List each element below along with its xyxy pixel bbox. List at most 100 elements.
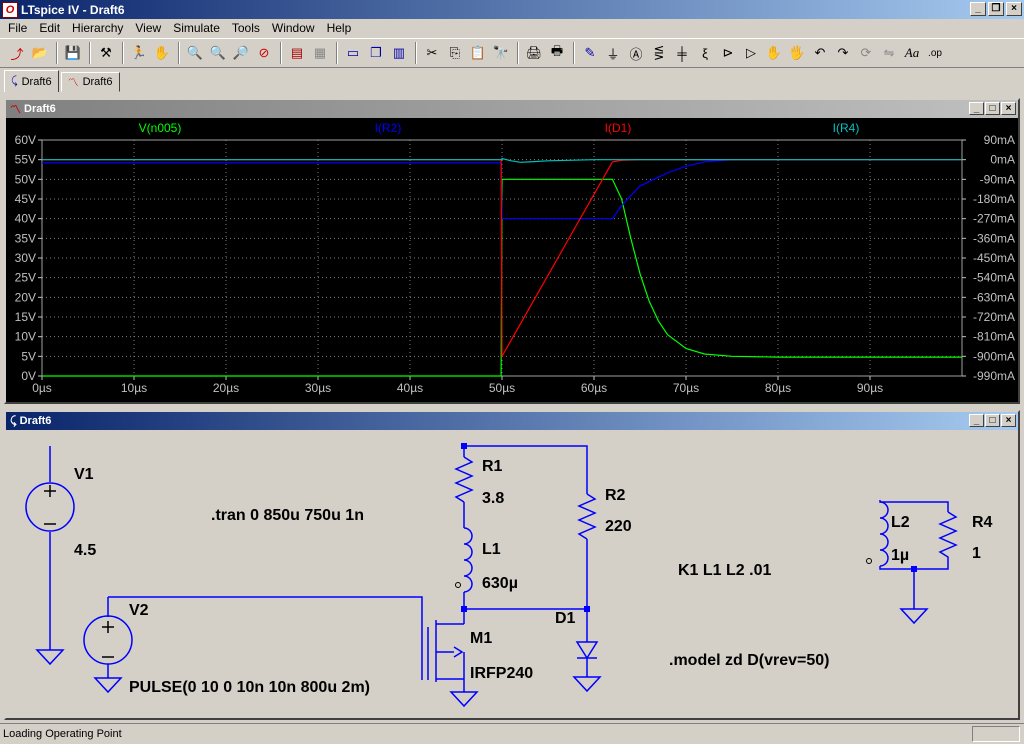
tab-waveform[interactable]: 〽 Draft6 bbox=[60, 72, 120, 92]
menu-hierarchy[interactable]: Hierarchy bbox=[66, 21, 129, 35]
schematic-close-button[interactable]: × bbox=[1001, 414, 1016, 427]
r4-name[interactable]: R4 bbox=[972, 514, 993, 531]
redo-icon[interactable]: ↷ bbox=[832, 42, 854, 64]
schematic-window-title: Draft6 bbox=[19, 415, 52, 427]
new-schematic-icon[interactable]: ⤴ bbox=[6, 42, 28, 64]
r1-value[interactable]: 3.8 bbox=[482, 490, 504, 507]
menu-bar: File Edit Hierarchy View Simulate Tools … bbox=[0, 19, 1024, 37]
grid-icon[interactable]: ▦ bbox=[309, 42, 331, 64]
right-tick-label: 90mA bbox=[984, 133, 1015, 147]
coupling-directive[interactable]: K1 L1 L2 .01 bbox=[678, 562, 771, 579]
m1-value[interactable]: IRFP240 bbox=[470, 665, 533, 682]
l1-name[interactable]: L1 bbox=[482, 541, 501, 558]
schematic-canvas[interactable]: V1 4.5 V2 PULSE(0 10 0 10n 10n 800u 2m) … bbox=[6, 430, 1018, 718]
status-text: Loading Operating Point bbox=[3, 728, 122, 740]
schematic-window: ⤹ Draft6 _ □ × V1 4.5 V2 PULSE(0 10 0 10… bbox=[4, 410, 1020, 720]
print-setup-icon[interactable]: 🖨 bbox=[523, 42, 545, 64]
v2-name[interactable]: V2 bbox=[129, 602, 149, 619]
component-icon[interactable]: ▷ bbox=[740, 42, 762, 64]
halt-icon[interactable]: ✋ bbox=[151, 42, 173, 64]
tile-vertical-icon[interactable]: ▥ bbox=[388, 42, 410, 64]
tran-directive[interactable]: .tran 0 850u 750u 1n bbox=[211, 507, 364, 524]
run-icon[interactable]: 🏃 bbox=[128, 42, 150, 64]
waveform-window: 〽 Draft6 _ □ × 60V 55V 50V 45V 40V 35V 30V 25V 2… bbox=[4, 98, 1020, 404]
menu-file[interactable]: File bbox=[2, 21, 33, 35]
x-tick-label: 70µs bbox=[673, 381, 699, 395]
resistor-icon[interactable]: ⋚ bbox=[648, 42, 670, 64]
v2-value[interactable]: PULSE(0 10 0 10n 10n 800u 2m) bbox=[129, 679, 370, 696]
minimize-button[interactable]: _ bbox=[970, 2, 986, 16]
control-panel-icon[interactable]: ⚒ bbox=[95, 42, 117, 64]
spice-directive-icon[interactable]: .op bbox=[924, 42, 946, 64]
ground-icon[interactable]: ⏚ bbox=[602, 42, 624, 64]
cut-icon[interactable]: ✂ bbox=[421, 42, 443, 64]
left-tick-label: 55V bbox=[15, 153, 36, 167]
l2-name[interactable]: L2 bbox=[891, 514, 910, 531]
save-icon[interactable]: 💾 bbox=[62, 42, 84, 64]
r2-name[interactable]: R2 bbox=[605, 487, 626, 504]
capacitor-icon[interactable]: ╪ bbox=[671, 42, 693, 64]
waveform-maximize-button[interactable]: □ bbox=[985, 102, 1000, 115]
schematic-minimize-button[interactable]: _ bbox=[969, 414, 984, 427]
right-tick-label: -720mA bbox=[973, 310, 1015, 324]
m1-name[interactable]: M1 bbox=[470, 630, 492, 647]
r2-value[interactable]: 220 bbox=[605, 518, 632, 535]
left-tick-label: 35V bbox=[15, 231, 36, 245]
copy-icon[interactable]: ⎘ bbox=[444, 42, 466, 64]
menu-edit[interactable]: Edit bbox=[33, 21, 66, 35]
restore-button[interactable]: ❐ bbox=[988, 2, 1004, 16]
rotate-icon[interactable]: ⟳ bbox=[855, 42, 877, 64]
paste-icon[interactable]: 📋 bbox=[467, 42, 489, 64]
tile-horizontal-icon[interactable]: ▭ bbox=[342, 42, 364, 64]
r4-value[interactable]: 1 bbox=[972, 545, 981, 562]
close-button[interactable]: × bbox=[1006, 2, 1022, 16]
cascade-icon[interactable]: ❐ bbox=[365, 42, 387, 64]
left-tick-label: 10V bbox=[15, 330, 36, 344]
x-tick-label: 20µs bbox=[213, 381, 239, 395]
r1-name[interactable]: R1 bbox=[482, 458, 503, 475]
open-icon[interactable]: 📂 bbox=[29, 42, 51, 64]
zoom-in-icon[interactable]: 🔍 bbox=[184, 42, 206, 64]
status-bar: Loading Operating Point bbox=[0, 723, 1024, 744]
v1-value[interactable]: 4.5 bbox=[74, 542, 96, 559]
schematic-maximize-button[interactable]: □ bbox=[985, 414, 1000, 427]
inductor-icon[interactable]: ξ bbox=[694, 42, 716, 64]
menu-simulate[interactable]: Simulate bbox=[167, 21, 226, 35]
text-icon[interactable]: Aa bbox=[901, 42, 923, 64]
model-directive[interactable]: .model zd D(vrev=50) bbox=[669, 652, 830, 669]
drag-icon[interactable]: 🖐 bbox=[786, 42, 808, 64]
left-tick-label: 60V bbox=[15, 133, 36, 147]
menu-tools[interactable]: Tools bbox=[226, 21, 266, 35]
l1-value[interactable]: 630µ bbox=[482, 575, 518, 592]
v1-name[interactable]: V1 bbox=[74, 466, 94, 483]
schematic-window-titlebar[interactable]: ⤹ Draft6 bbox=[6, 412, 1018, 430]
zoom-pan-icon[interactable]: 🔍 bbox=[207, 42, 229, 64]
waveform-minimize-button[interactable]: _ bbox=[969, 102, 984, 115]
toolbar: ⤴ 📂 💾 ⚒ 🏃 ✋ 🔍 🔍 🔎 ⊘ ▤ ▦ ▭ ❐ ▥ ✂ ⎘ 📋 🔭 🖨 … bbox=[0, 38, 1024, 68]
mirror-icon[interactable]: ⇋ bbox=[878, 42, 900, 64]
move-icon[interactable]: ✋ bbox=[763, 42, 785, 64]
tab-schematic[interactable]: ⤹ Draft6 bbox=[4, 70, 59, 92]
label-icon[interactable]: Ⓐ bbox=[625, 42, 647, 64]
wire-icon[interactable]: ✎ bbox=[579, 42, 601, 64]
waveform-icon: 〽 bbox=[67, 77, 79, 89]
zoom-cancel-icon[interactable]: ⊘ bbox=[253, 42, 275, 64]
waveform-close-button[interactable]: × bbox=[1001, 102, 1016, 115]
diode-icon[interactable]: ⊳ bbox=[717, 42, 739, 64]
menu-view[interactable]: View bbox=[129, 21, 167, 35]
autorange-icon[interactable]: ▤ bbox=[286, 42, 308, 64]
l2-value[interactable]: 1µ bbox=[891, 547, 909, 564]
x-tick-label: 60µs bbox=[581, 381, 607, 395]
zoom-out-icon[interactable]: 🔎 bbox=[230, 42, 252, 64]
left-tick-label: 5V bbox=[21, 349, 36, 363]
print-icon[interactable]: 🖶 bbox=[546, 42, 568, 64]
schematic-icon: ⤹ bbox=[10, 414, 17, 427]
right-tick-label: -450mA bbox=[973, 251, 1015, 265]
d1-name[interactable]: D1 bbox=[555, 610, 576, 627]
menu-window[interactable]: Window bbox=[266, 21, 321, 35]
undo-icon[interactable]: ↶ bbox=[809, 42, 831, 64]
menu-help[interactable]: Help bbox=[321, 21, 358, 35]
waveform-window-titlebar[interactable]: 〽 Draft6 bbox=[6, 100, 1018, 118]
find-icon[interactable]: 🔭 bbox=[490, 42, 512, 64]
waveform-plot[interactable]: 60V55V50V45V40V35V30V25V20V15V10V5V0V90m… bbox=[6, 118, 1018, 402]
